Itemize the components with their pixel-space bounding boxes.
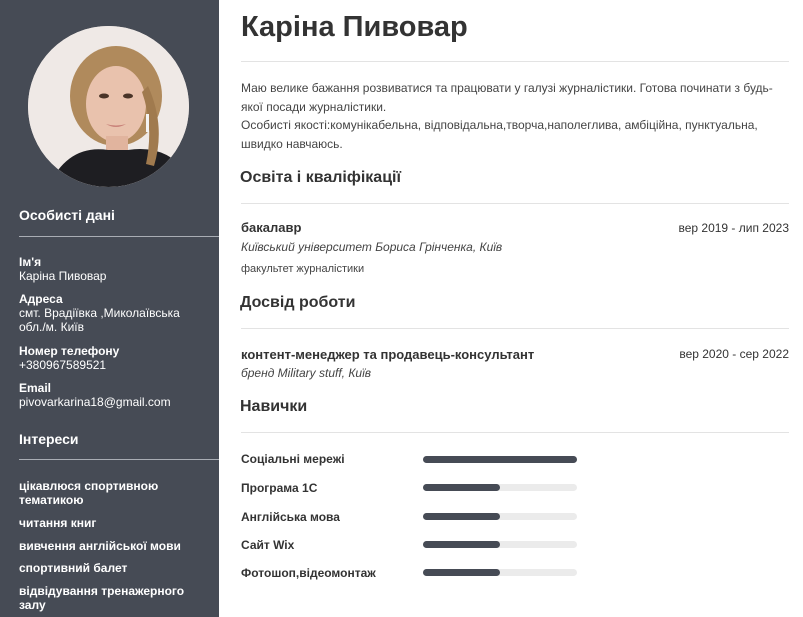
skill-bar [423,541,577,548]
skill-bar [423,456,577,463]
experience-dates: вер 2020 - сер 2022 [679,347,789,361]
education-faculty: факультет журналістики [241,263,365,275]
resume-page: Особисті дані Ім'я Каріна Пивовар Адреса… [0,0,803,617]
summary-paragraph: Особисті якості:комунікабельна, відповід… [241,118,758,151]
interest-item: спортивний балет [19,561,128,575]
interest-item: вивчення англійської мови [19,539,181,553]
phone-label: Номер телефону [19,344,120,358]
skill-bar-fill [423,456,577,463]
interest-item: відвідування тренажерного залу [19,584,185,612]
interest-item: цікавлюся спортивною тематикою [19,479,159,507]
education-degree: бакалавр [241,220,302,235]
address-label: Адреса [19,292,63,306]
experience-heading: Досвід роботи [240,294,356,311]
skill-bar-fill [423,569,500,576]
skills-heading: Навички [240,398,308,415]
email-label: Email [19,381,52,395]
skill-label: Соціальні мережі [241,452,345,466]
skill-label: Програма 1С [241,481,318,495]
sidebar: Особисті дані Ім'я Каріна Пивовар Адреса… [0,0,219,617]
skill-label: Фотошоп,відеомонтаж [241,566,376,580]
experience-divider [241,328,789,329]
skill-bar [423,484,577,491]
main-content: Каріна Пивовар Маю велике бажання розвив… [219,0,803,617]
interest-item: читання книг [19,516,97,530]
personal-data-heading: Особисті дані [19,207,115,223]
email-value: pivovarkarina18@gmail.com [19,395,171,409]
education-heading: Освіта і кваліфікації [240,169,401,186]
education-divider [241,203,789,204]
page-title: Каріна Пивовар [241,11,468,43]
name-value: Каріна Пивовар [19,269,107,283]
experience-company: бренд Military stuff, Київ [241,366,372,380]
education-dates: вер 2019 - лип 2023 [678,221,789,235]
interests-divider [19,459,219,460]
skill-bar [423,569,577,576]
skill-bar-fill [423,513,500,520]
title-divider [241,61,789,62]
education-institution: Київський університет Бориса Грінченка, … [241,240,503,254]
avatar [28,26,189,187]
summary-paragraph: Маю велике бажання розвиватися та працюв… [241,81,773,114]
skill-bar-fill [423,484,500,491]
interests-heading: Інтереси [19,431,79,447]
address-value: смт. Врадіївка ,Миколаївська обл./м. Киї… [19,306,180,334]
skill-bar-fill [423,541,500,548]
skills-divider [241,432,789,433]
skill-label: Англійська мова [241,510,340,524]
skill-bar [423,513,577,520]
skill-label: Сайт Wix [241,538,295,552]
experience-position: контент-менеджер та продавець-консультан… [241,347,535,362]
phone-value: +380967589521 [19,358,107,372]
profile-photo-icon [28,26,189,187]
personal-divider [19,236,219,237]
summary: Маю велике бажання розвиватися та працюв… [241,79,791,153]
name-label: Ім'я [19,255,42,269]
